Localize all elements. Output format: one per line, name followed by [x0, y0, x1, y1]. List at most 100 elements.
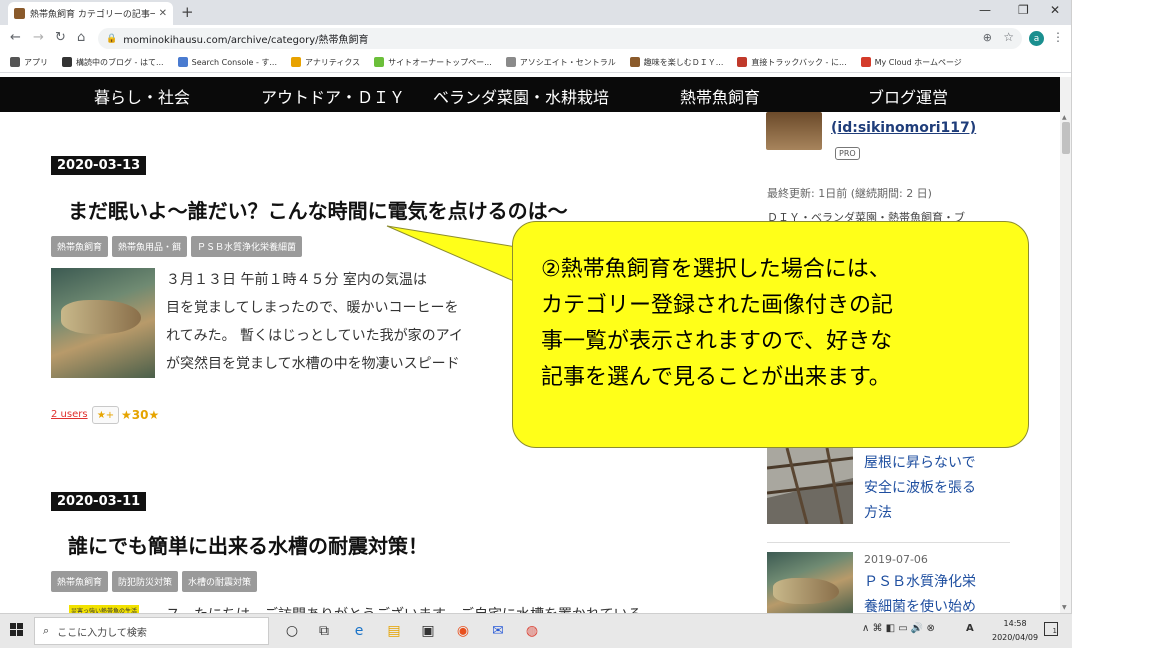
- search-icon: ⌕: [43, 624, 50, 637]
- bookmark-item[interactable]: Search Console - す...: [177, 57, 277, 68]
- bookmark-label: アプリ: [24, 57, 48, 67]
- bookmark-item[interactable]: アナリティクス: [291, 57, 360, 68]
- excerpt-line: ３月１３日 午前１時４５分 室内の気温は: [166, 272, 427, 288]
- lock-icon: 🔒: [106, 33, 118, 44]
- home-icon[interactable]: ⌂: [77, 30, 85, 45]
- browser-menu-icon[interactable]: ⋮: [1052, 30, 1064, 44]
- scroll-down-arrow-icon[interactable]: ▼: [1062, 604, 1067, 611]
- sidebar-entry-line: 安全に波板を張る: [864, 480, 976, 496]
- author-id-link[interactable]: (id:sikinomori117): [831, 120, 976, 136]
- cortana-icon[interactable]: ○: [283, 622, 301, 640]
- tab-close-icon[interactable]: ✕: [159, 8, 167, 19]
- close-window-button[interactable]: ✕: [1050, 3, 1060, 17]
- bookmark-favicon-icon: [291, 57, 301, 67]
- thumbnail-badge: 災害っ強い熱帯魚の生活: [69, 605, 140, 613]
- bookmark-label: 構読中のブログ - はて...: [76, 57, 164, 67]
- bookmark-item[interactable]: アソシエイト・セントラル: [505, 57, 616, 68]
- callout-line: カテゴリー登録された画像付きの記: [541, 293, 894, 318]
- post-excerpt: ス たにちは。ご訪問ありがとうございます ご自宅に水槽を置かれている: [166, 604, 642, 613]
- tag-chip[interactable]: 熱帯魚用品・餌: [112, 236, 188, 257]
- nav-item-veranda-garden[interactable]: ベランダ菜園・水耕栽培: [433, 84, 609, 108]
- bookmark-item[interactable]: 構読中のブログ - はて...: [62, 57, 164, 68]
- tray-icons[interactable]: ∧ ⌘ ◧ ▭ 🔊 ⊗: [862, 623, 935, 634]
- fish-image: [61, 300, 141, 334]
- author-avatar[interactable]: [766, 112, 822, 150]
- store-icon[interactable]: ▣: [419, 622, 437, 640]
- bookmark-label: サイトオーナートップペー...: [388, 57, 492, 67]
- bookmark-favicon-icon: [629, 57, 640, 67]
- post-excerpt: ３月１３日 午前１時４５分 室内の気温は 目を覚ましてしまったので、暖かいコーヒ…: [166, 266, 463, 378]
- sidebar-entry-title-link[interactable]: ＰＳＢ水質浄化栄 養細菌を使い始め: [864, 570, 976, 613]
- profile-avatar[interactable]: a: [1029, 31, 1044, 46]
- bookmark-item[interactable]: サイトオーナートップペー...: [374, 57, 492, 68]
- edge-icon[interactable]: e: [350, 622, 368, 640]
- tag-chip[interactable]: 熱帯魚飼育: [51, 571, 109, 592]
- callout-line: ②熱帯魚飼育を選択した場合には、: [541, 257, 891, 282]
- tag-chip[interactable]: ＰＳＢ水質浄化栄養細菌: [191, 236, 303, 257]
- bookmark-item[interactable]: My Cloud ホームページ: [860, 57, 962, 68]
- back-arrow-icon[interactable]: ←: [10, 30, 21, 45]
- new-tab-button[interactable]: +: [181, 3, 194, 21]
- bookmark-item[interactable]: 直接トラックバック - に...: [737, 57, 847, 68]
- sidebar-entry-line: 屋根に昇らないで: [864, 455, 976, 471]
- sidebar-entry-thumbnail[interactable]: [767, 448, 853, 524]
- office-icon[interactable]: ◉: [454, 622, 472, 640]
- taskbar-search-box[interactable]: ⌕ ここに入力して検索: [34, 617, 269, 645]
- bookmark-label: 趣味を楽しむＤＩＹ...: [643, 57, 724, 67]
- bookmark-label: 直接トラックバック - に...: [751, 57, 847, 67]
- forward-arrow-icon[interactable]: →: [33, 30, 44, 45]
- desktop-screen: 熱帯魚飼育 カテゴリーの記事一覧 ... ✕ + — ❐ ✕ ← → ↻ ⌂ 🔒…: [0, 0, 1152, 648]
- nav-item-tropical-fish[interactable]: 熱帯魚飼育: [680, 84, 760, 108]
- post-thumbnail[interactable]: [51, 268, 155, 378]
- annotation-callout: ②熱帯魚飼育を選択した場合には、 カテゴリー登録された画像付きの記 事一覧が表示…: [512, 221, 1029, 448]
- nav-item-life-society[interactable]: 暮らし・社会: [94, 84, 190, 108]
- chrome-icon[interactable]: ◍: [523, 622, 541, 640]
- bookmark-favicon-icon: [374, 57, 385, 67]
- mail-icon[interactable]: ✉: [489, 622, 507, 640]
- sidebar-entry-thumbnail[interactable]: [767, 552, 853, 613]
- bookmark-item[interactable]: アプリ: [10, 57, 48, 68]
- post-title-link[interactable]: 誰にでも簡単に出来る水槽の耐震対策！: [68, 530, 428, 559]
- zoom-icon[interactable]: ⊕: [983, 31, 992, 44]
- tag-chip[interactable]: 防犯防災対策: [112, 571, 179, 592]
- maximize-button[interactable]: ❐: [1018, 3, 1029, 17]
- bookmark-favicon-icon: [62, 57, 72, 67]
- sidebar-entry-line: ＰＳＢ水質浄化栄: [864, 574, 976, 590]
- scroll-up-arrow-icon[interactable]: ▲: [1062, 114, 1067, 121]
- page-scrollbar[interactable]: [1060, 77, 1071, 613]
- bookmark-label: Search Console - す...: [191, 57, 277, 67]
- bookmark-users-link[interactable]: 2 users: [51, 409, 88, 420]
- bookmark-star-icon[interactable]: ☆: [1003, 30, 1014, 44]
- excerpt-line: 目を覚ましてしまったので、暖かいコーヒーを: [166, 300, 459, 316]
- minimize-button[interactable]: —: [979, 3, 991, 17]
- sidebar-entry-date: 2019-07-06: [864, 553, 928, 566]
- callout-line: 記事を選んで見ることが出来ます。: [541, 365, 891, 390]
- system-clock[interactable]: 14:58 2020/04/09: [992, 617, 1038, 645]
- add-star-button[interactable]: ★+: [92, 406, 119, 424]
- scrollbar-thumb[interactable]: [1062, 122, 1070, 154]
- tag-chip[interactable]: 熱帯魚飼育: [51, 236, 109, 257]
- site-category-nav: 暮らし・社会 アウトドア・ＤＩＹ ベランダ菜園・水耕栽培 熱帯魚飼育 ブログ運営: [0, 77, 1060, 112]
- star-count: ★30★: [121, 408, 160, 422]
- task-view-icon[interactable]: ⧉: [315, 622, 333, 640]
- reload-icon[interactable]: ↻: [55, 30, 66, 45]
- address-url: mominokihausu.com/archive/category/熱帯魚飼育: [123, 35, 369, 46]
- file-explorer-icon[interactable]: ▤: [385, 622, 403, 640]
- post-title-link[interactable]: まだ眠いよ～誰だい？こんな時間に電気を点けるのは～: [68, 195, 568, 224]
- bookmark-item[interactable]: 趣味を楽しむＤＩＹ...: [629, 57, 724, 68]
- browser-tab-active[interactable]: 熱帯魚飼育 カテゴリーの記事一覧 ... ✕: [8, 2, 173, 25]
- nav-item-outdoor-diy[interactable]: アウトドア・ＤＩＹ: [261, 84, 405, 108]
- windows-taskbar: ⌕ ここに入力して検索 ○ ⧉ e ▤ ▣ ◉ ✉ ◍ ∧ ⌘ ◧ ▭ 🔊 ⊗ …: [0, 613, 1072, 648]
- tag-chip[interactable]: 水槽の耐震対策: [182, 571, 258, 592]
- bookmarks-bar: アプリ 構読中のブログ - はて... Search Console - す... ア…: [0, 52, 1071, 73]
- pro-badge: PRO: [835, 147, 860, 160]
- clock-time: 14:58: [1003, 619, 1027, 628]
- address-bar[interactable]: 🔒 mominokihausu.com/archive/category/熱帯魚…: [98, 28, 1022, 49]
- browser-toolbar: ← → ↻ ⌂ 🔒 mominokihausu.com/archive/cate…: [0, 25, 1071, 52]
- nav-item-blog-management[interactable]: ブログ運営: [868, 84, 948, 108]
- sidebar-entry-title-link[interactable]: 屋根に昇らないで 安全に波板を張る 方法: [864, 451, 976, 526]
- ime-indicator[interactable]: A: [966, 623, 974, 634]
- notification-center-icon[interactable]: 1: [1044, 622, 1058, 636]
- windows-start-icon[interactable]: [10, 623, 24, 637]
- last-updated: 最終更新: 1日前 (継続期間: 2 日): [767, 187, 932, 200]
